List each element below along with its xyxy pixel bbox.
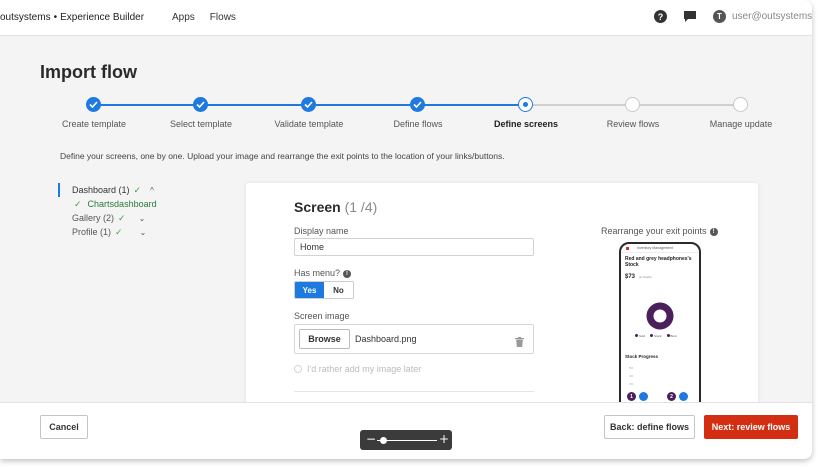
zoom-out-button[interactable]: − (366, 432, 376, 446)
tree-item-label: Chartsdashboard (87, 199, 157, 209)
legend-item: Sold (635, 334, 645, 338)
top-nav: Apps Flows (172, 12, 236, 23)
step-label-validate-template: Validate template (274, 119, 344, 129)
phone-axis-label: 2% (629, 382, 634, 386)
divider (294, 391, 534, 392)
tree-group-label: Profile (1) (72, 227, 112, 237)
zoom-in-button[interactable]: + (439, 432, 449, 446)
info-icon[interactable]: ! (343, 269, 352, 278)
has-menu-toggle[interactable]: Yes No (294, 281, 354, 299)
price-note: (in Stock) (639, 275, 652, 279)
exit-point-2[interactable]: 2 (667, 392, 676, 401)
product-name: Experience Builder (60, 12, 145, 23)
exit-point-handle[interactable] (679, 392, 688, 401)
browse-button[interactable]: Browse (299, 329, 350, 349)
add-image-later-option[interactable]: I'd rather add my image later (294, 364, 421, 374)
phone-axis-label: 4% (629, 374, 634, 378)
step-label-select-template: Select template (169, 119, 233, 129)
instructions: Define your screens, one by one. Upload … (60, 151, 505, 161)
chat-icon[interactable] (684, 11, 696, 22)
check-icon: ✓ (133, 184, 142, 195)
step-dot-create-template (86, 97, 101, 112)
nav-apps[interactable]: Apps (172, 12, 195, 23)
has-menu-text: Has menu? (294, 268, 341, 278)
back-button[interactable]: Back: define flows (604, 415, 695, 439)
step-dot-validate-template (301, 97, 316, 112)
phone-stock-progress: Stock Progress (625, 354, 659, 359)
brand-separator: • (53, 12, 58, 23)
app-window: outsystems • Experience Builder Apps Flows… (0, 0, 812, 459)
step-dot-select-template (193, 97, 208, 112)
nav-flows[interactable]: Flows (210, 12, 236, 23)
chevron-down-icon[interactable]: ⌄ (140, 228, 147, 237)
screen-heading: Screen (1 /4) (294, 199, 377, 215)
next-button[interactable]: Next: review flows (704, 415, 798, 439)
phone-preview: Inventory Management Red and grey headph… (619, 242, 701, 413)
step-label-define-flows: Define flows (393, 119, 443, 129)
info-icon[interactable]: ! (709, 227, 718, 236)
radio-icon[interactable] (294, 365, 302, 373)
legend-item: Brok (666, 334, 677, 338)
step-label-manage-update: Manage update (709, 119, 773, 129)
help-icon[interactable]: ? (654, 10, 667, 23)
phone-app-name: Inventory Management (637, 246, 673, 250)
file-name: Dashboard.png (355, 334, 417, 344)
trash-icon[interactable] (515, 334, 524, 352)
check-icon: ✓ (115, 226, 123, 237)
display-name-label: Display name (294, 226, 349, 236)
avatar[interactable]: T (713, 10, 726, 23)
phone-axis-label: 5% (629, 366, 634, 370)
brand[interactable]: outsystems • Experience Builder (0, 12, 144, 23)
cancel-button[interactable]: Cancel (40, 415, 88, 439)
tree-group-profile[interactable]: Profile (1) ✓ ⌄ (58, 225, 178, 239)
screen-image-label: Screen image (294, 311, 350, 321)
no-option[interactable]: No (324, 282, 353, 298)
page-title: Import flow (40, 62, 137, 82)
display-name-input[interactable] (294, 238, 534, 256)
top-bar: outsystems • Experience Builder Apps Flows… (0, 0, 812, 36)
tree-group-label: Gallery (2) (72, 213, 115, 223)
chevron-down-icon[interactable]: ⌄ (139, 214, 146, 223)
exit-point-handle[interactable] (639, 392, 648, 401)
rearrange-text: Rearrange your exit points (601, 226, 707, 236)
image-upload: Browse Dashboard.png (294, 324, 534, 354)
user-email[interactable]: user@outsystems.c (732, 11, 812, 22)
tree-group-dashboard[interactable]: Dashboard (1) ✓ ^ (58, 183, 178, 197)
screen-heading-label: Screen (294, 199, 341, 215)
zoom-slider-handle[interactable] (379, 437, 387, 444)
brand-name: outsystems (0, 12, 51, 23)
step-label-review-flows: Review flows (606, 119, 660, 129)
phone-legend: Sold Stock Brok (635, 334, 677, 338)
rearrange-label: Rearrange your exit points! (601, 226, 718, 236)
screen-tree: Dashboard (1) ✓ ^ ✓ Chartsdashboard Gall… (58, 183, 178, 239)
add-image-later-label: I'd rather add my image later (307, 364, 422, 374)
step-dot-review-flows (625, 97, 640, 112)
phone-price: $73 (in Stock) (621, 268, 699, 280)
yes-option[interactable]: Yes (295, 282, 324, 298)
phone-header: Inventory Management (621, 244, 699, 253)
step-label-create-template: Create template (61, 119, 127, 129)
tree-item-chartsdashboard[interactable]: ✓ Chartsdashboard (58, 197, 178, 211)
top-right-actions: ? T user@outsystems.c (654, 10, 812, 23)
stepper: Create template Select template Validate… (0, 96, 812, 136)
check-icon: ✓ (74, 198, 82, 209)
zoom-control: − + (360, 430, 452, 450)
step-dot-manage-update (733, 97, 748, 112)
chevron-up-icon[interactable]: ^ (150, 186, 154, 195)
exit-point-1[interactable]: 1 (627, 392, 636, 401)
step-dot-define-screens (518, 97, 533, 112)
check-icon: ✓ (118, 212, 126, 223)
tree-group-label: Dashboard (1) (72, 185, 130, 195)
has-menu-label: Has menu?! (294, 268, 352, 278)
menu-icon (626, 246, 629, 250)
legend-item: Stock (650, 334, 662, 338)
price-value: $73 (625, 274, 636, 280)
screen-count: (1 /4) (344, 199, 378, 215)
step-dot-define-flows (410, 97, 425, 112)
screen-card: Screen (1 /4) Display name Has menu?! Ye… (246, 183, 758, 413)
phone-product-title: Red and grey headphones's Stock (625, 256, 692, 268)
tree-group-gallery[interactable]: Gallery (2) ✓ ⌄ (58, 211, 178, 225)
step-label-define-screens: Define screens (493, 119, 559, 129)
donut-chart (646, 302, 674, 330)
